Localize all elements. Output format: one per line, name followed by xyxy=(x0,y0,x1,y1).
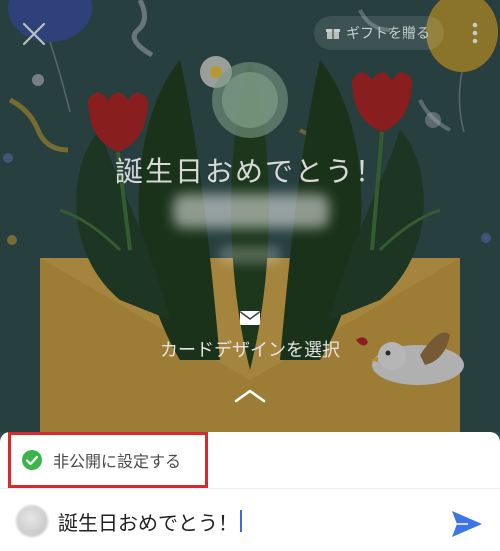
chevron-up-icon[interactable] xyxy=(232,387,268,405)
gift-icon xyxy=(326,29,340,39)
sender-name-blurred xyxy=(219,246,281,264)
message-composer-sheet: 非公開に設定する 誕生日おめでとう！ xyxy=(0,432,500,551)
mail-icon[interactable] xyxy=(239,309,261,327)
send-icon[interactable] xyxy=(450,509,484,539)
set-private-toggle[interactable]: 非公開に設定する xyxy=(8,432,208,488)
send-gift-label: ギフトを贈る xyxy=(346,26,430,42)
divider xyxy=(0,488,500,489)
choose-card-design-button[interactable]: カードデザインを選択 xyxy=(0,336,500,362)
message-text: 誕生日おめでとう！ xyxy=(58,510,238,535)
more-vertical-icon[interactable] xyxy=(468,20,482,46)
avatar xyxy=(16,505,48,537)
check-circle-icon xyxy=(22,450,42,470)
close-icon[interactable] xyxy=(20,20,48,48)
recipient-name-blurred xyxy=(173,194,329,228)
set-private-label: 非公開に設定する xyxy=(53,452,182,471)
message-input[interactable]: 誕生日おめでとう！ xyxy=(58,504,418,538)
send-gift-button[interactable]: ギフトを贈る xyxy=(314,16,444,50)
text-caret xyxy=(240,510,242,532)
card-greeting: 誕生日おめでとう！ xyxy=(114,155,385,188)
